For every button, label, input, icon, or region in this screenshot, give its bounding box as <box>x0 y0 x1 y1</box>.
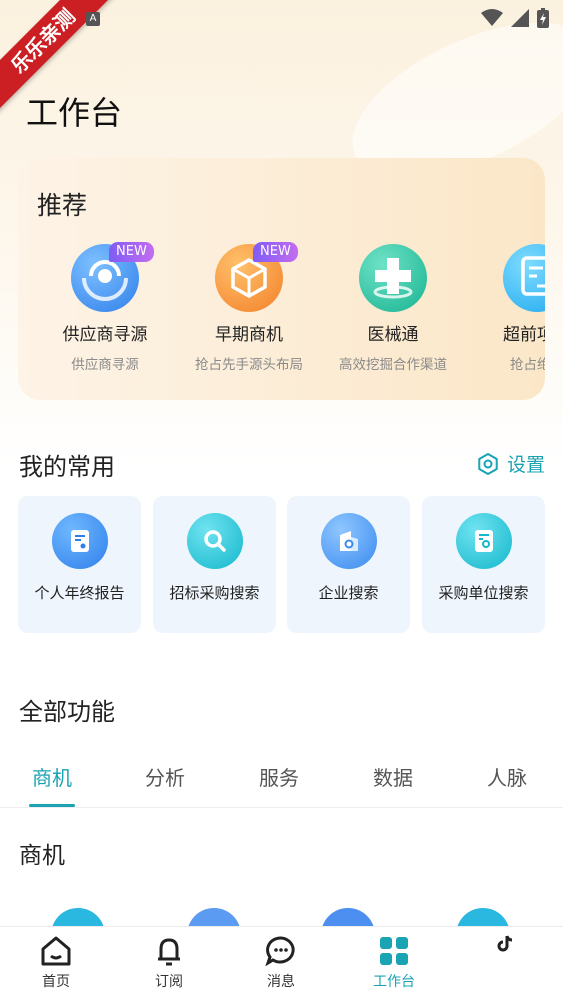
section-title: 商机 <box>19 843 65 869</box>
recommend-item-early-opportunity[interactable]: NEW 早期商机 抢占先手源头布局 <box>177 242 321 373</box>
favorite-label: 个人年终报告 <box>34 584 125 602</box>
buyer-search-icon <box>455 513 512 569</box>
nav-label: 消息 <box>267 974 295 990</box>
favorite-label: 招标采购搜索 <box>169 584 260 602</box>
recommend-item-name: 早期商机 <box>215 325 283 345</box>
nav-workbench[interactable]: 工作台 <box>354 935 434 991</box>
recommend-list: NEW 供应商寻源 供应商寻源 NEW 早期商机 抢占先手源头布局 医械通 高效… <box>18 242 545 384</box>
recommend-item-desc: 供应商寻源 <box>71 357 139 373</box>
nav-label: 工作台 <box>373 974 415 990</box>
recommend-item-name: 供应商寻源 <box>62 325 148 345</box>
favorite-buyer-search[interactable]: 采购单位搜索 <box>422 496 545 633</box>
tab-data[interactable]: 数据 <box>353 762 433 791</box>
wifi-icon <box>481 9 503 26</box>
nav-messages[interactable]: 消息 <box>241 935 321 991</box>
signal-icon <box>511 9 529 27</box>
bottom-nav: 首页 订阅 消息 工作台 <box>0 926 563 1002</box>
recommend-item-name: 超前项目 <box>503 325 545 345</box>
nav-home[interactable]: 首页 <box>16 935 96 991</box>
recommend-item-desc: 抢占绝对 <box>510 357 545 373</box>
tiktok-icon <box>497 935 513 952</box>
nav-subscribe[interactable]: 订阅 <box>129 935 209 991</box>
recommend-item-name: 医械通 <box>367 325 419 345</box>
active-tab-indicator <box>29 804 75 807</box>
status-bar: 乐乐亲测 A <box>0 0 563 121</box>
radar-icon: NEW <box>71 242 154 312</box>
favorites-title: 我的常用 <box>19 453 115 481</box>
favorite-annual-report[interactable]: 个人年终报告 <box>18 496 141 633</box>
new-badge: NEW <box>253 242 298 262</box>
settings-label: 设置 <box>506 454 545 476</box>
all-functions-title: 全部功能 <box>19 698 115 726</box>
document-arrow-icon <box>503 244 545 312</box>
recommend-item-advance-project[interactable]: 超前项目 抢占绝对 <box>465 244 545 373</box>
function-tabs: 商机 分析 服务 数据 人脉 <box>0 760 563 808</box>
nav-label: 首页 <box>42 974 70 990</box>
nav-tiktok[interactable] <box>466 933 546 953</box>
recommend-item-desc: 抢占先手源头布局 <box>195 357 303 373</box>
grid-icon <box>380 937 408 965</box>
recommend-item-desc: 高效挖掘合作渠道 <box>339 357 447 373</box>
recommend-item-medical[interactable]: 医械通 高效挖掘合作渠道 <box>321 244 465 373</box>
new-badge: NEW <box>109 242 154 262</box>
tab-service[interactable]: 服务 <box>239 762 319 791</box>
favorite-label: 采购单位搜索 <box>438 584 529 602</box>
settings-button[interactable]: 设置 <box>477 450 545 477</box>
gear-icon <box>478 452 498 475</box>
recommend-card: 推荐 NEW 供应商寻源 供应商寻源 NEW 早期商机 抢占先手源头布局 医械通… <box>18 158 545 400</box>
home-icon <box>41 936 71 966</box>
chat-icon <box>265 936 295 967</box>
company-search-icon <box>320 513 377 569</box>
tab-analysis[interactable]: 分析 <box>125 762 205 791</box>
recommend-item-supplier[interactable]: NEW 供应商寻源 供应商寻源 <box>33 242 177 373</box>
recommend-title: 推荐 <box>37 191 88 220</box>
tab-network[interactable]: 人脉 <box>467 762 547 791</box>
nav-label: 订阅 <box>155 974 183 990</box>
notification-badge: A <box>86 12 100 26</box>
favorite-label: 企业搜索 <box>318 584 379 602</box>
page-title: 工作台 <box>26 94 123 132</box>
medical-cross-icon <box>359 244 427 312</box>
favorites-grid: 个人年终报告 招标采购搜索 企业搜索 采购单位搜索 <box>18 496 545 633</box>
search-icon <box>186 513 243 569</box>
tab-opportunity[interactable]: 商机 <box>12 762 92 791</box>
cube-icon: NEW <box>215 242 298 312</box>
report-icon <box>51 513 108 569</box>
favorite-bid-search[interactable]: 招标采购搜索 <box>153 496 276 633</box>
battery-charging-icon <box>537 8 549 28</box>
favorite-company-search[interactable]: 企业搜索 <box>287 496 410 633</box>
bell-icon <box>158 938 180 966</box>
